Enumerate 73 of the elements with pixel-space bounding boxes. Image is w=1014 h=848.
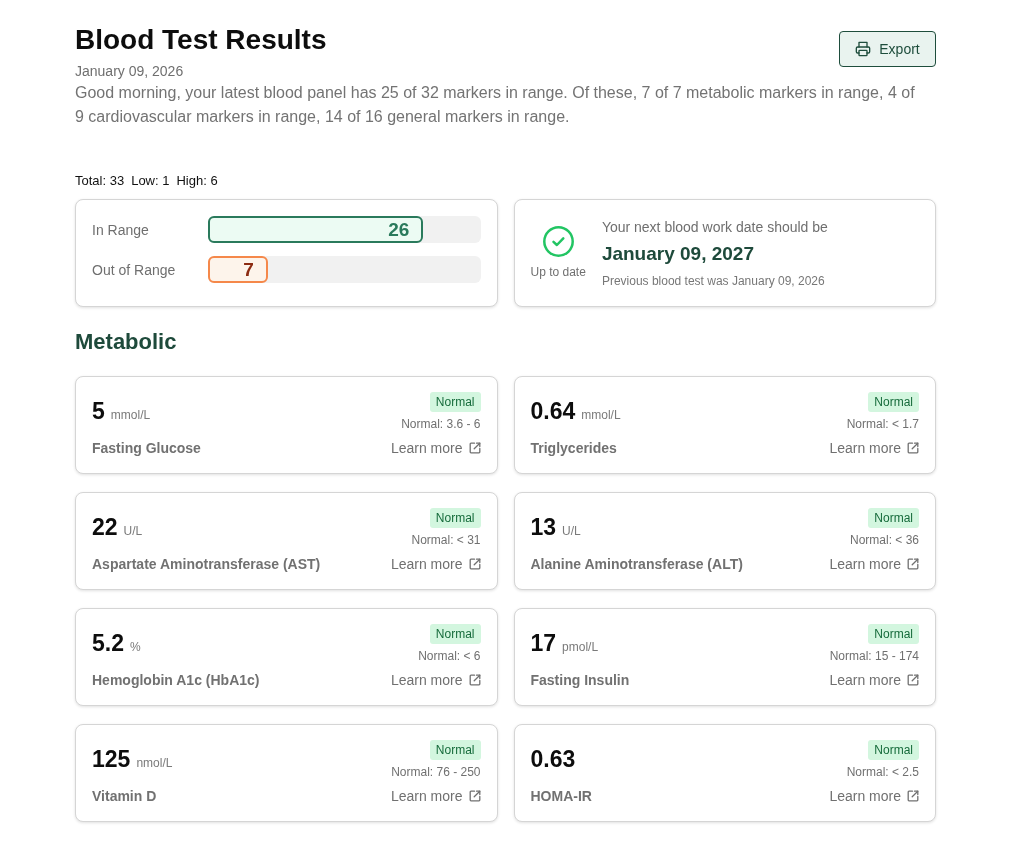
status-badge: Normal bbox=[429, 740, 481, 760]
schedule-heading: Your next blood work date should be bbox=[601, 218, 828, 237]
bar-label: Out of Range bbox=[92, 260, 177, 280]
marker-value: 17 bbox=[530, 629, 557, 657]
reference-range: Normal: 76 - 250 bbox=[391, 764, 481, 780]
learn-more-link[interactable]: Learn more bbox=[390, 786, 481, 806]
reference-range: Normal: < 36 bbox=[849, 532, 919, 548]
marker-name: Fasting Insulin bbox=[530, 671, 630, 690]
unit-text: nmol/L bbox=[136, 755, 173, 771]
learn-more-link[interactable]: Learn more bbox=[829, 670, 919, 690]
status-badge: Normal bbox=[868, 392, 919, 412]
learn-more-link[interactable]: Learn more bbox=[829, 786, 919, 806]
unit-text: pmol/L bbox=[562, 639, 599, 655]
learn-more-link[interactable]: Learn more bbox=[390, 438, 481, 458]
previous-test-text: Previous blood test was January 09, 2026 bbox=[601, 273, 826, 289]
external-link-icon bbox=[907, 790, 919, 802]
section-title: Metabolic bbox=[75, 328, 178, 356]
bar-label: In Range bbox=[92, 220, 150, 240]
reference-range: Normal: 15 - 174 bbox=[829, 648, 919, 664]
marker-name: Hemoglobin A1c (HbA1c) bbox=[92, 671, 260, 690]
marker-name: Vitamin D bbox=[92, 787, 158, 806]
learn-more-link[interactable]: Learn more bbox=[829, 554, 919, 574]
count-text: High: 6 bbox=[176, 172, 218, 190]
marker-value: 0.64 bbox=[530, 397, 576, 425]
learn-more-link[interactable]: Learn more bbox=[829, 438, 919, 458]
unit-text: % bbox=[130, 639, 141, 655]
unit-text: mmol/L bbox=[110, 407, 151, 423]
check-circle-icon bbox=[542, 226, 574, 257]
external-link-icon bbox=[468, 790, 481, 802]
status-badge: Normal bbox=[868, 624, 919, 644]
reference-range: Normal: < 31 bbox=[411, 532, 481, 548]
reference-range: Normal: < 2.5 bbox=[846, 764, 919, 780]
marker-value: 22 bbox=[92, 513, 118, 541]
learn-more-link[interactable]: Learn more bbox=[390, 670, 481, 690]
summary-text: Good morning, your latest blood panel has 25 of 32 markers in range. Of these, 7 of 7 metabolic markers in range, 4 of 9 cardiovascular markers in range, 14 of 16 general markers in range. bbox=[75, 83, 916, 127]
marker-name: Aspartate Aminotransferase (AST) bbox=[92, 555, 321, 574]
bar-count: 7 bbox=[243, 258, 254, 281]
next-test-date: January 09, 2027 bbox=[601, 242, 755, 266]
page-title: Blood Test Results bbox=[75, 23, 327, 57]
marker-name: Fasting Glucose bbox=[92, 439, 201, 458]
report-date: January 09, 2026 bbox=[75, 62, 185, 81]
reference-range: Normal: < 6 bbox=[418, 648, 481, 664]
export-button[interactable]: Export bbox=[839, 31, 936, 67]
status-badge: Normal bbox=[429, 392, 481, 412]
count-text: Low: 1 bbox=[131, 172, 170, 190]
unit-text: U/L bbox=[562, 523, 581, 539]
status-badge: Normal bbox=[868, 508, 919, 528]
status-badge: Normal bbox=[429, 624, 481, 644]
external-link-icon bbox=[468, 674, 481, 686]
marker-value: 5 bbox=[92, 397, 105, 425]
external-link-icon bbox=[907, 442, 919, 454]
external-link-icon bbox=[907, 674, 919, 686]
unit-text: U/L bbox=[123, 523, 143, 539]
marker-name: Triglycerides bbox=[530, 439, 618, 458]
marker-value: 125 bbox=[92, 745, 131, 773]
printer-icon bbox=[855, 41, 872, 57]
marker-value: 0.63 bbox=[530, 745, 576, 773]
external-link-icon bbox=[907, 558, 919, 570]
status-text: Up to date bbox=[530, 264, 586, 280]
learn-more-link[interactable]: Learn more bbox=[390, 554, 481, 574]
reference-range: Normal: 3.6 - 6 bbox=[401, 416, 481, 432]
external-link-icon bbox=[468, 558, 481, 570]
reference-range: Normal: < 1.7 bbox=[846, 416, 919, 432]
marker-name: HOMA-IR bbox=[530, 787, 592, 806]
bar-count: 26 bbox=[388, 218, 410, 241]
count-text: Total: 33 bbox=[75, 172, 125, 190]
status-badge: Normal bbox=[429, 508, 481, 528]
marker-value: 5.2 bbox=[92, 629, 124, 657]
status-badge: Normal bbox=[868, 740, 919, 760]
external-link-icon bbox=[468, 442, 481, 454]
unit-text: mmol/L bbox=[581, 407, 621, 423]
marker-value: 13 bbox=[530, 513, 557, 541]
marker-name: Alanine Aminotransferase (ALT) bbox=[530, 555, 743, 574]
